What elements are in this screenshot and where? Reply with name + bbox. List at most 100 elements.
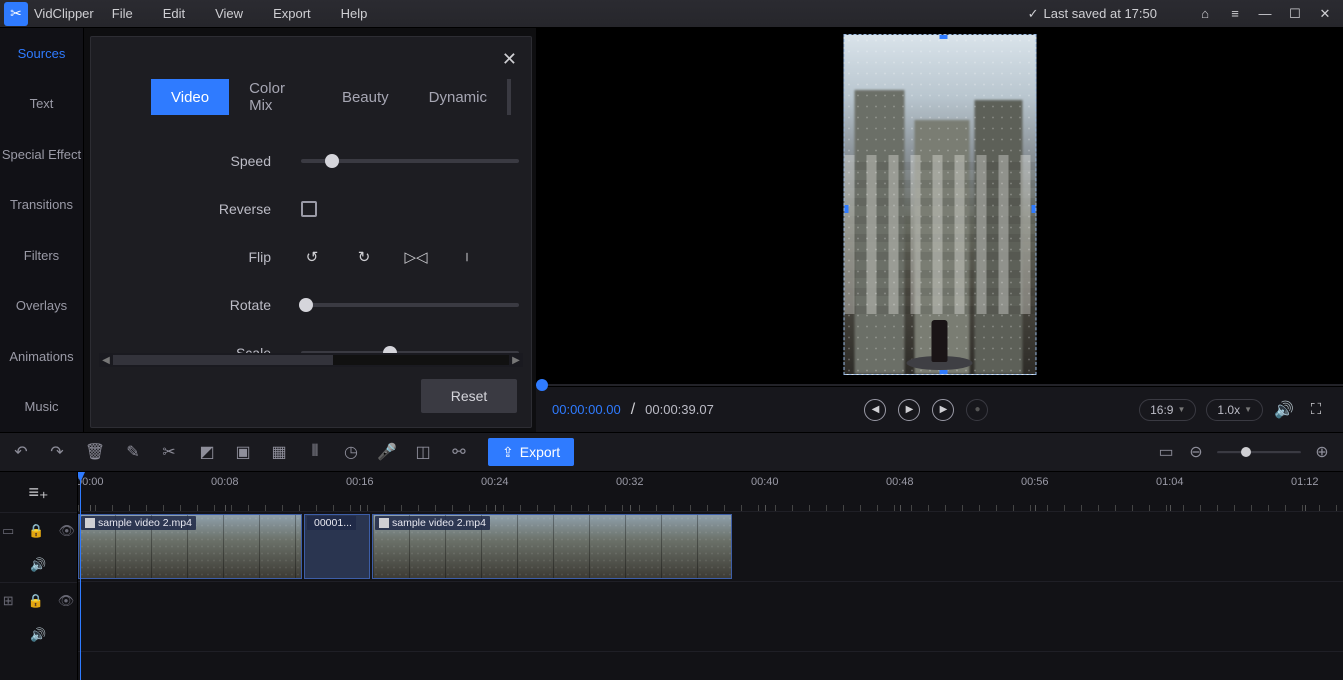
fullscreen-icon[interactable]: ⛶ <box>1305 399 1327 421</box>
sidebar-tab-sources[interactable]: Sources <box>0 28 83 79</box>
properties-panel: ✕ Video Color Mix Beauty Dynamic Speed R… <box>90 36 532 428</box>
preview-canvas[interactable] <box>536 28 1343 386</box>
hamburger-icon[interactable]: ≡ <box>1227 6 1243 22</box>
timeline-clip[interactable]: sample video 2.mp4 <box>372 514 732 579</box>
ruler-tick-label: 00:56 <box>1021 476 1049 488</box>
reverse-checkbox[interactable] <box>301 201 317 217</box>
menu-file[interactable]: File <box>112 6 133 21</box>
image-icon[interactable]: ▦ <box>270 443 288 461</box>
track-mute-icon[interactable]: 🔊 <box>30 557 46 573</box>
timeline-clip[interactable]: 00001... <box>304 514 370 579</box>
add-track-button[interactable]: ≡₊ <box>0 472 77 512</box>
sidebar-tab-music[interactable]: Music <box>0 382 83 433</box>
panel-tab-beauty[interactable]: Beauty <box>322 79 409 115</box>
preview-selection-frame[interactable] <box>843 34 1036 375</box>
cut-icon[interactable]: ✂ <box>160 443 178 461</box>
sidebar-tab-text[interactable]: Text <box>0 79 83 130</box>
flip-horizontal-icon[interactable]: ▷◁ <box>405 246 427 268</box>
home-icon[interactable]: ⌂ <box>1197 6 1213 22</box>
zoom-slider[interactable] <box>1217 451 1301 454</box>
zoom-in-icon[interactable]: ⊕ <box>1313 443 1331 461</box>
panel-close-icon[interactable]: ✕ <box>502 49 517 70</box>
sidebar-tab-overlays[interactable]: Overlays <box>0 281 83 332</box>
rotate-cw-icon[interactable]: ↻ <box>353 246 375 268</box>
histogram-icon[interactable]: ⫴ <box>306 443 324 461</box>
play-button[interactable]: ▶ <box>898 399 920 421</box>
mask-icon[interactable]: ◫ <box>414 443 432 461</box>
track-type-video-icon: ▭ <box>2 523 14 539</box>
toolbar: ↶ ↷ 🗑 ✎ ✂ ◩ ▣ ▦ ⫴ ◷ 🎤 ◫ ⚯ ⇪ Export ▭ ⊖ ⊕ <box>0 432 1343 472</box>
panel-tab-color-mix[interactable]: Color Mix <box>229 79 322 115</box>
resize-handle-bottom[interactable] <box>940 370 948 375</box>
undo-button[interactable]: ↶ <box>12 443 30 461</box>
next-frame-button[interactable]: ▶ <box>932 399 954 421</box>
volume-icon[interactable]: 🔊 <box>1273 399 1295 421</box>
link-icon[interactable]: ⚯ <box>450 443 468 461</box>
preview-playhead[interactable] <box>536 379 548 391</box>
track-header-2: ⊞ 🔒 👁 🔊 <box>0 582 77 652</box>
track-visibility-icon-2[interactable]: 👁 <box>58 593 75 609</box>
rotate-label: Rotate <box>91 297 301 313</box>
rotate-slider[interactable] <box>301 303 519 307</box>
fit-timeline-icon[interactable]: ▭ <box>1157 443 1175 461</box>
export-label: Export <box>520 444 560 460</box>
panel-tab-dynamic[interactable]: Dynamic <box>409 79 507 115</box>
menu-export[interactable]: Export <box>273 6 311 21</box>
sidebar-tab-animations[interactable]: Animations <box>0 331 83 382</box>
preview-progress-line[interactable] <box>536 384 1343 386</box>
resize-handle-top[interactable] <box>940 34 948 39</box>
menu-view[interactable]: View <box>215 6 243 21</box>
main-menu: File Edit View Export Help <box>112 6 368 21</box>
sidebar-tab-special-effect[interactable]: Special Effect <box>0 129 83 180</box>
check-icon: ✓ <box>1028 6 1039 22</box>
clip-video-icon <box>379 518 389 528</box>
crop-icon[interactable]: ◩ <box>198 443 216 461</box>
resize-handle-right[interactable] <box>1031 205 1036 213</box>
sidebar-tab-transitions[interactable]: Transitions <box>0 180 83 231</box>
aspect-ratio-select[interactable]: 16:9▼ <box>1139 399 1196 421</box>
clip-video-icon <box>85 518 95 528</box>
sidebar-tab-filters[interactable]: Filters <box>0 230 83 281</box>
track-lock-icon-2[interactable]: 🔒 <box>28 593 44 609</box>
timeline-playhead[interactable] <box>80 472 81 680</box>
scroll-right-icon[interactable]: ▶ <box>509 355 523 366</box>
time-separator: / <box>631 401 635 419</box>
menu-edit[interactable]: Edit <box>163 6 185 21</box>
video-track-2[interactable] <box>78 582 1343 652</box>
clock-icon[interactable]: ◷ <box>342 443 360 461</box>
track-mute-icon-2[interactable]: 🔊 <box>30 627 46 643</box>
window-minimize-icon[interactable]: ― <box>1257 6 1273 22</box>
track-lock-icon[interactable]: 🔒 <box>28 523 44 539</box>
speed-slider[interactable] <box>301 159 519 163</box>
track-header-1: ▭ 🔒 👁 🔊 <box>0 512 77 582</box>
timeline-clip[interactable]: sample video 2.mp4 <box>78 514 302 579</box>
redo-button[interactable]: ↷ <box>48 443 66 461</box>
reset-button[interactable]: Reset <box>421 379 517 413</box>
edit-icon[interactable]: ✎ <box>124 443 142 461</box>
flip-vertical-icon[interactable]: – <box>457 246 479 268</box>
window-close-icon[interactable]: ✕ <box>1317 6 1333 22</box>
playback-speed-select[interactable]: 1.0x▼ <box>1206 399 1263 421</box>
panel-tab-video[interactable]: Video <box>151 79 229 115</box>
zoom-out-icon[interactable]: ⊖ <box>1187 443 1205 461</box>
timeline-ruler[interactable]: 00:0000:0800:1600:2400:3200:4000:4800:56… <box>78 472 1343 512</box>
window-maximize-icon[interactable]: ☐ <box>1287 6 1303 22</box>
panel-h-scrollbar[interactable]: ◀ ▶ <box>99 353 523 367</box>
menu-help[interactable]: Help <box>341 6 368 21</box>
marquee-icon[interactable]: ▣ <box>234 443 252 461</box>
reverse-label: Reverse <box>91 201 301 217</box>
record-button[interactable]: ● <box>966 399 988 421</box>
delete-icon[interactable]: 🗑 <box>86 443 104 461</box>
scroll-left-icon[interactable]: ◀ <box>99 355 113 366</box>
export-button[interactable]: ⇪ Export <box>488 438 574 466</box>
ruler-tick-label: 00:40 <box>751 476 779 488</box>
last-saved-status: ✓ Last saved at 17:50 <box>1028 6 1157 22</box>
track-visibility-icon[interactable]: 👁 <box>58 523 75 539</box>
rotate-ccw-icon[interactable]: ↺ <box>301 246 323 268</box>
video-track-1[interactable]: sample video 2.mp4 00001... sample video… <box>78 512 1343 582</box>
resize-handle-left[interactable] <box>843 205 848 213</box>
prev-frame-button[interactable]: ◀ <box>864 399 886 421</box>
total-time: 00:00:39.07 <box>645 402 714 417</box>
last-saved-text: Last saved at 17:50 <box>1044 6 1157 21</box>
mic-icon[interactable]: 🎤 <box>378 443 396 461</box>
